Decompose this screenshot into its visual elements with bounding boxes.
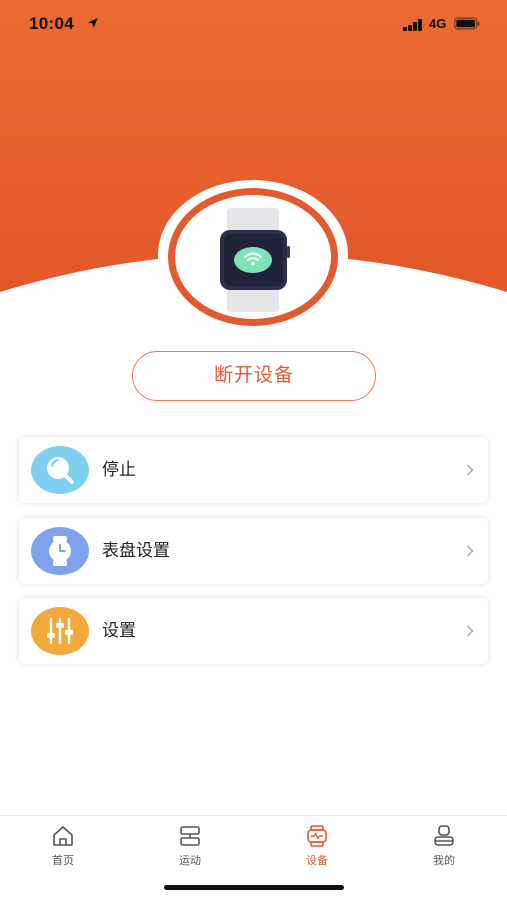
chevron-right-icon bbox=[466, 464, 474, 476]
disconnect-device-button[interactable]: 断开设备 bbox=[132, 351, 376, 401]
menu-item-label: 表盘设置 bbox=[102, 541, 170, 561]
sliders-icon bbox=[31, 607, 89, 655]
chevron-right-icon bbox=[466, 625, 474, 637]
tab-profile[interactable]: 我的 bbox=[404, 824, 484, 868]
tab-label: 我的 bbox=[433, 854, 455, 867]
location-arrow-icon bbox=[88, 18, 98, 28]
battery-icon bbox=[454, 17, 480, 30]
menu-item-watch-face[interactable]: 表盘设置 bbox=[19, 518, 488, 584]
status-time: 10:04 bbox=[29, 14, 74, 33]
tab-sport[interactable]: 运动 bbox=[150, 824, 230, 868]
tab-label: 运动 bbox=[179, 854, 201, 867]
menu-item-stop[interactable]: 停止 bbox=[19, 437, 488, 503]
tab-device[interactable]: 设备 bbox=[277, 824, 357, 868]
signal-icon bbox=[403, 19, 423, 31]
home-indicator bbox=[164, 885, 344, 890]
device-icon bbox=[307, 825, 327, 847]
search-bubble-icon bbox=[31, 446, 89, 494]
watch-icon bbox=[31, 527, 89, 575]
tab-label: 设备 bbox=[306, 854, 328, 867]
menu-item-label: 设置 bbox=[102, 621, 136, 641]
chevron-right-icon bbox=[466, 545, 474, 557]
profile-icon bbox=[434, 825, 454, 846]
status-bar: 10:04 4G bbox=[0, 0, 507, 50]
tab-home[interactable]: 首页 bbox=[23, 824, 103, 868]
sport-icon bbox=[180, 826, 200, 846]
network-type: 4G bbox=[429, 16, 447, 31]
menu-item-settings[interactable]: 设置 bbox=[19, 598, 488, 664]
tab-label: 首页 bbox=[52, 854, 74, 867]
smartwatch-image bbox=[220, 208, 290, 312]
home-icon bbox=[53, 826, 73, 846]
menu-item-label: 停止 bbox=[102, 460, 136, 480]
